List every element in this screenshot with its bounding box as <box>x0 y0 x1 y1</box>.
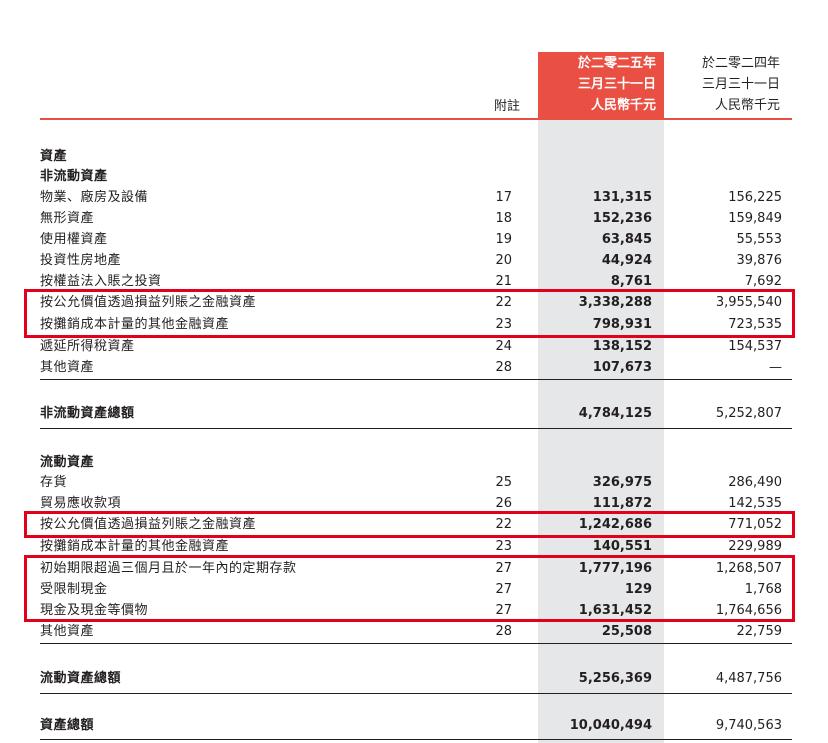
row-label: 存貨 <box>40 475 68 490</box>
row-prior: — <box>769 360 782 375</box>
total-assets-row: 資產總額 10,040,494 9,740,563 <box>0 715 828 736</box>
section-non-current: 非流動資產 <box>0 166 828 187</box>
subtotal-row-non-current: 非流動資產總額 4,784,125 5,252,807 <box>0 403 828 424</box>
divider <box>40 643 792 644</box>
row-prior: 9,740,563 <box>715 718 782 733</box>
row-prior: 4,487,756 <box>715 671 782 686</box>
row-label: 使用權資產 <box>40 232 108 247</box>
table-row: 投資性房地產 20 44,924 39,876 <box>0 250 828 271</box>
row-current: 63,845 <box>601 232 652 247</box>
prior-period-day: 三月三十一日 <box>701 77 780 92</box>
highlight-box-non-current-financial-assets <box>24 289 795 338</box>
table-row: 無形資產 18 152,236 159,849 <box>0 208 828 229</box>
prior-period-unit: 人民幣千元 <box>714 98 780 113</box>
highlight-box-deposits-and-cash <box>24 555 795 622</box>
section-assets: 資產 <box>0 146 828 167</box>
row-current: 140,551 <box>592 539 652 554</box>
row-current: 107,673 <box>592 360 652 375</box>
row-prior: 159,849 <box>728 211 782 226</box>
row-current: 25,508 <box>601 624 652 639</box>
row-label: 資產總額 <box>40 718 95 733</box>
row-note: 19 <box>495 232 512 247</box>
prior-period-header: 於二零二四年 三月三十一日 人民幣千元 <box>702 53 780 116</box>
table-row: 使用權資產 19 63,845 55,553 <box>0 229 828 250</box>
row-label: 按攤銷成本計量的其他金融資產 <box>40 539 230 554</box>
row-note: 28 <box>495 360 512 375</box>
row-note: 28 <box>495 624 512 639</box>
note-column-header: 附註 <box>493 99 520 114</box>
table-row: 其他資產 28 107,673 — <box>0 357 828 378</box>
row-note: 23 <box>495 539 512 554</box>
row-prior: 5,252,807 <box>715 406 782 421</box>
row-note: 24 <box>495 339 512 354</box>
row-current: 10,040,494 <box>569 718 652 733</box>
row-label: 投資性房地產 <box>40 253 122 268</box>
row-label: 其他資產 <box>40 360 95 375</box>
row-prior: 55,553 <box>736 232 783 247</box>
row-note: 20 <box>495 253 512 268</box>
row-label: 流動資產總額 <box>40 671 122 686</box>
current-period-header: 於二零二五年 三月三十一日 人民幣千元 <box>578 53 656 116</box>
current-period-date: 於二零二五年 <box>577 56 656 71</box>
row-prior: 22,759 <box>736 624 783 639</box>
row-current: 152,236 <box>592 211 652 226</box>
row-label: 物業、廠房及設備 <box>40 190 149 205</box>
row-label: 無形資產 <box>40 211 95 226</box>
table-row: 存貨 25 326,975 286,490 <box>0 472 828 493</box>
row-label: 非流動資產總額 <box>40 406 135 421</box>
table-row: 按攤銷成本計量的其他金融資產 23 140,551 229,989 <box>0 536 828 557</box>
divider <box>40 693 792 694</box>
section-title: 非流動資產 <box>40 169 108 184</box>
row-prior: 229,989 <box>728 539 782 554</box>
section-title: 資產 <box>40 149 68 164</box>
row-label: 其他資產 <box>40 624 95 639</box>
divider <box>40 739 792 740</box>
row-current: 131,315 <box>592 190 652 205</box>
row-current: 44,924 <box>601 253 652 268</box>
prior-period-date: 於二零二四年 <box>701 56 780 71</box>
row-label: 遞延所得稅資產 <box>40 339 135 354</box>
row-current: 138,152 <box>592 339 652 354</box>
row-note: 18 <box>495 211 512 226</box>
divider <box>40 428 792 429</box>
row-prior: 156,225 <box>728 190 782 205</box>
table-row: 遞延所得稅資產 24 138,152 154,537 <box>0 336 828 357</box>
row-note: 17 <box>495 190 512 205</box>
table-row: 物業、廠房及設備 17 131,315 156,225 <box>0 187 828 208</box>
highlight-box-current-fvtpl <box>24 511 795 538</box>
section-title: 流動資產 <box>40 455 95 470</box>
divider <box>40 379 792 380</box>
row-prior: 39,876 <box>736 253 783 268</box>
current-period-unit: 人民幣千元 <box>590 98 656 113</box>
row-current: 326,975 <box>592 475 652 490</box>
table-row: 其他資產 28 25,508 22,759 <box>0 621 828 642</box>
row-prior: 286,490 <box>728 475 782 490</box>
header-red-rule <box>40 118 792 120</box>
section-current: 流動資產 <box>0 452 828 473</box>
row-current: 5,256,369 <box>578 671 652 686</box>
row-note: 25 <box>495 475 512 490</box>
current-period-day: 三月三十一日 <box>577 77 656 92</box>
subtotal-row-current: 流動資產總額 5,256,369 4,487,756 <box>0 668 828 689</box>
row-prior: 154,537 <box>728 339 782 354</box>
row-current: 4,784,125 <box>578 406 652 421</box>
